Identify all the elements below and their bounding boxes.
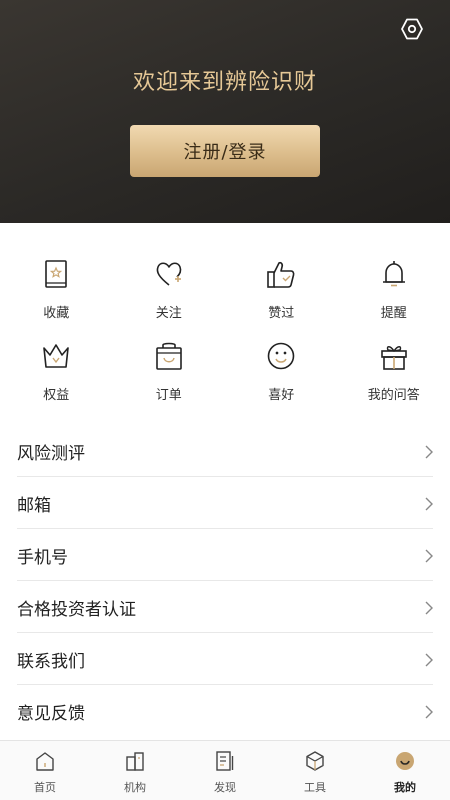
menu-item-feedback[interactable]: 意见反馈: [0, 685, 450, 737]
tab-institutions[interactable]: 机构: [90, 741, 180, 800]
register-login-button[interactable]: 注册/登录: [130, 125, 320, 177]
grid-item-reminder[interactable]: 提醒: [338, 258, 450, 340]
profile-icon: [393, 749, 417, 773]
grid-item-follow[interactable]: 关注: [113, 258, 226, 340]
menu-item-qualified-investor[interactable]: 合格投资者认证: [0, 581, 450, 633]
chevron-right-icon: [425, 549, 433, 563]
grid-label: 赞过: [268, 306, 295, 321]
tab-label: 机构: [124, 781, 146, 794]
settings-icon: [401, 18, 423, 40]
bottom-tab-bar: 首页 机构 发现 工具 我的: [0, 740, 450, 800]
chevron-right-icon: [425, 705, 433, 719]
feature-grid: 收藏 关注 赞过 提醒 权益 订单 喜好 我的问答: [0, 258, 450, 422]
grid-label: 喜好: [268, 388, 295, 403]
grid-item-my-qa[interactable]: 我的问答: [338, 340, 450, 422]
menu-label: 合格投资者认证: [17, 599, 136, 620]
settings-menu: 风险测评 邮箱 手机号 合格投资者认证 联系我们 意见反馈: [0, 425, 450, 737]
menu-label: 意见反馈: [17, 703, 85, 724]
chevron-right-icon: [425, 497, 433, 511]
document-icon: [213, 749, 237, 773]
smiley-icon: [265, 340, 297, 372]
profile-header: 欢迎来到辨险识财 注册/登录: [0, 0, 450, 223]
grid-label: 我的问答: [367, 388, 420, 403]
tab-tools[interactable]: 工具: [270, 741, 360, 800]
welcome-title: 欢迎来到辨险识财: [132, 70, 317, 95]
shopping-bag-icon: [153, 340, 185, 372]
chevron-right-icon: [425, 653, 433, 667]
tab-discover[interactable]: 发现: [180, 741, 270, 800]
grid-item-preferences[interactable]: 喜好: [225, 340, 338, 422]
tab-label: 首页: [34, 781, 56, 794]
tab-mine[interactable]: 我的: [360, 741, 450, 800]
grid-item-liked[interactable]: 赞过: [225, 258, 338, 340]
tab-label: 发现: [214, 781, 236, 794]
thumbs-up-icon: [265, 258, 297, 290]
chevron-right-icon: [425, 601, 433, 615]
grid-label: 提醒: [380, 306, 407, 321]
tab-home[interactable]: 首页: [0, 741, 90, 800]
grid-item-benefits[interactable]: 权益: [0, 340, 113, 422]
gift-icon: [378, 340, 410, 372]
grid-label: 收藏: [43, 306, 70, 321]
menu-item-risk-assessment[interactable]: 风险测评: [0, 425, 450, 477]
tab-label: 我的: [394, 781, 416, 794]
heart-plus-icon: [153, 258, 185, 290]
menu-label: 联系我们: [17, 651, 85, 672]
grid-label: 权益: [43, 388, 70, 403]
building-icon: [123, 749, 147, 773]
menu-label: 邮箱: [17, 495, 51, 516]
grid-item-favorites[interactable]: 收藏: [0, 258, 113, 340]
bell-icon: [378, 258, 410, 290]
menu-label: 风险测评: [17, 443, 85, 464]
menu-item-phone[interactable]: 手机号: [0, 529, 450, 581]
grid-item-orders[interactable]: 订单: [113, 340, 226, 422]
tab-label: 工具: [304, 781, 326, 794]
menu-item-contact-us[interactable]: 联系我们: [0, 633, 450, 685]
settings-button[interactable]: [400, 17, 424, 41]
home-icon: [33, 749, 57, 773]
grid-label: 订单: [155, 388, 182, 403]
cube-icon: [303, 749, 327, 773]
bookmark-icon: [40, 258, 72, 290]
menu-item-email[interactable]: 邮箱: [0, 477, 450, 529]
grid-label: 关注: [155, 306, 182, 321]
chevron-right-icon: [425, 445, 433, 459]
menu-label: 手机号: [17, 547, 68, 568]
crown-icon: [40, 340, 72, 372]
